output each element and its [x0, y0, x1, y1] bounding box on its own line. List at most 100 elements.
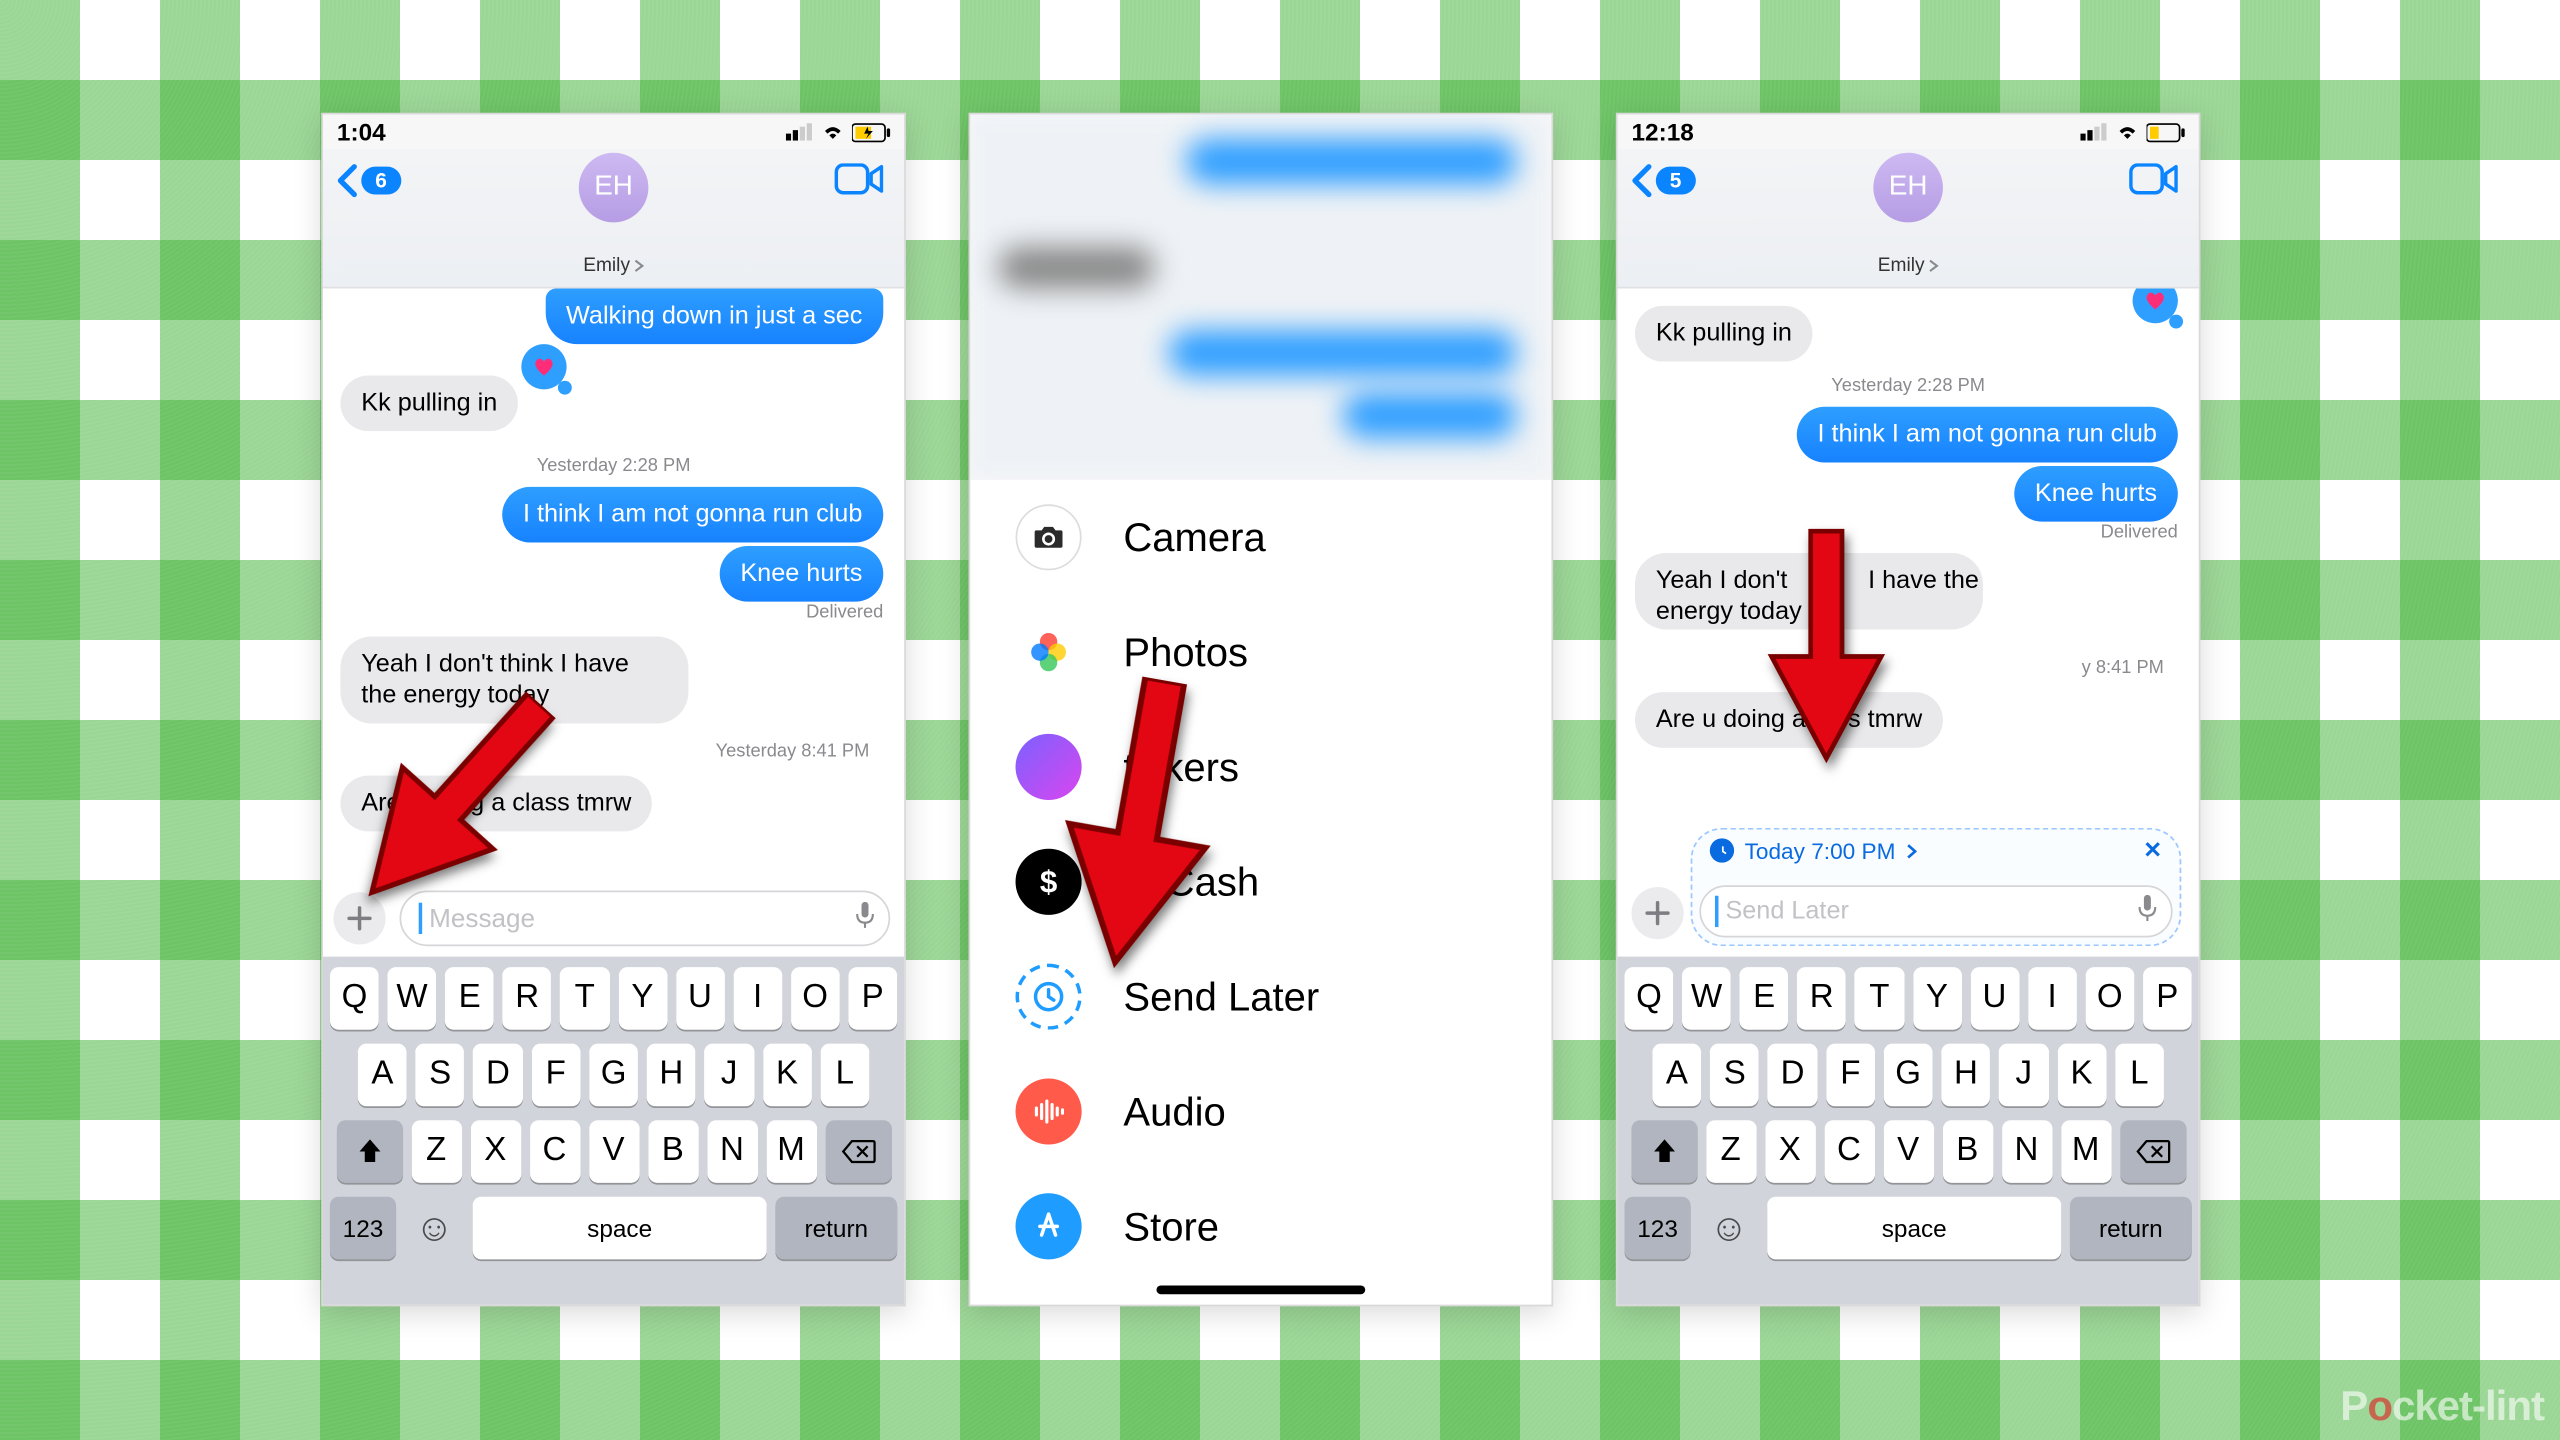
key-w[interactable]: W	[1682, 967, 1731, 1030]
key-d[interactable]: D	[1768, 1044, 1817, 1107]
key-f[interactable]: F	[1826, 1044, 1875, 1107]
key-p[interactable]: P	[848, 967, 897, 1030]
key-w[interactable]: W	[388, 967, 437, 1030]
key-j[interactable]: J	[705, 1044, 754, 1107]
return-key[interactable]: return	[775, 1197, 897, 1260]
key-y[interactable]: Y	[618, 967, 667, 1030]
key-t[interactable]: T	[560, 967, 609, 1030]
key-k[interactable]: K	[762, 1044, 811, 1107]
contact-avatar[interactable]: EH	[579, 153, 649, 223]
key-r[interactable]: R	[1797, 967, 1846, 1030]
message-outgoing[interactable]: I think I am not gonna run club	[1797, 407, 2178, 463]
key-c[interactable]: C	[1824, 1120, 1874, 1183]
key-s[interactable]: S	[416, 1044, 465, 1107]
key-d[interactable]: D	[473, 1044, 522, 1107]
contact-avatar[interactable]: EH	[1873, 153, 1943, 223]
key-y[interactable]: Y	[1912, 967, 1961, 1030]
message-incoming[interactable]: Kk pulling in	[340, 375, 518, 431]
key-l[interactable]: L	[2115, 1044, 2164, 1107]
key-q[interactable]: Q	[330, 967, 379, 1030]
heart-reaction[interactable]	[2133, 288, 2178, 323]
key-b[interactable]: B	[1942, 1120, 1992, 1183]
return-key[interactable]: return	[2070, 1197, 2192, 1260]
key-m[interactable]: M	[2060, 1120, 2110, 1183]
key-h[interactable]: H	[647, 1044, 696, 1107]
key-b[interactable]: B	[648, 1120, 698, 1183]
message-input[interactable]: Message	[400, 891, 891, 947]
shift-key[interactable]	[1631, 1120, 1697, 1183]
key-g[interactable]: G	[1884, 1044, 1933, 1107]
schedule-banner[interactable]: Today 7:00 PM ✕	[1710, 837, 2162, 865]
menu-item-store[interactable]: Store	[970, 1169, 1551, 1284]
key-j[interactable]: J	[1999, 1044, 2048, 1107]
menu-item-send-later[interactable]: Send Later	[970, 939, 1551, 1054]
key-x[interactable]: X	[470, 1120, 520, 1183]
space-key[interactable]: space	[473, 1197, 767, 1260]
shift-key[interactable]	[336, 1120, 402, 1183]
contact-name-button[interactable]: Emily	[1878, 255, 1939, 276]
menu-item-stickers[interactable]: tickers	[970, 710, 1551, 825]
menu-item-camera[interactable]: Camera	[970, 480, 1551, 595]
facetime-button[interactable]	[2129, 163, 2178, 203]
message-input[interactable]: Send Later	[1699, 885, 2172, 937]
plus-button[interactable]	[333, 892, 385, 944]
message-outgoing[interactable]: Knee hurts	[2014, 466, 2178, 522]
key-o[interactable]: O	[2085, 967, 2134, 1030]
message-incoming[interactable]: Areg a class tmrw	[340, 776, 652, 832]
key-v[interactable]: V	[588, 1120, 638, 1183]
key-g[interactable]: G	[589, 1044, 638, 1107]
key-z[interactable]: Z	[411, 1120, 461, 1183]
message-outgoing[interactable]: Knee hurts	[719, 546, 883, 602]
message-outgoing[interactable]: Walking down in just a sec	[545, 288, 883, 344]
key-f[interactable]: F	[531, 1044, 580, 1107]
key-a[interactable]: A	[1652, 1044, 1701, 1107]
menu-item-apple-cash[interactable]: $ le Cash	[970, 824, 1551, 939]
key-m[interactable]: M	[766, 1120, 816, 1183]
emoji-key[interactable]: ☺	[1699, 1197, 1758, 1260]
key-u[interactable]: U	[676, 967, 725, 1030]
backspace-key[interactable]	[825, 1120, 891, 1183]
message-incoming[interactable]: Yeah I don't think I have the energy tod…	[340, 636, 688, 723]
key-n[interactable]: N	[2001, 1120, 2051, 1183]
key-a[interactable]: A	[358, 1044, 407, 1107]
home-indicator[interactable]	[1156, 1286, 1365, 1295]
cancel-schedule-button[interactable]: ✕	[2143, 837, 2162, 865]
dictation-button[interactable]	[2138, 895, 2157, 928]
menu-item-photos[interactable]: Photos	[970, 595, 1551, 710]
key-l[interactable]: L	[820, 1044, 869, 1107]
key-s[interactable]: S	[1710, 1044, 1759, 1107]
key-i[interactable]: I	[733, 967, 782, 1030]
message-thread[interactable]: Walking down in just a sec Kk pulling in…	[323, 288, 904, 883]
contact-name-button[interactable]: Emily	[583, 255, 644, 276]
key-e[interactable]: E	[1740, 967, 1789, 1030]
emoji-key[interactable]: ☺	[405, 1197, 464, 1260]
key-c[interactable]: C	[529, 1120, 579, 1183]
key-q[interactable]: Q	[1625, 967, 1674, 1030]
key-v[interactable]: V	[1883, 1120, 1933, 1183]
key-i[interactable]: I	[2028, 967, 2077, 1030]
number-key[interactable]: 123	[330, 1197, 396, 1260]
space-key[interactable]: space	[1767, 1197, 2061, 1260]
message-incoming[interactable]: Yeah I don't I have the energy today	[1635, 553, 1983, 630]
dictation-button[interactable]	[855, 902, 874, 935]
key-t[interactable]: T	[1855, 967, 1904, 1030]
back-button[interactable]: 5	[1628, 163, 1695, 198]
heart-reaction[interactable]	[521, 344, 566, 389]
key-e[interactable]: E	[445, 967, 494, 1030]
number-key[interactable]: 123	[1625, 1197, 1691, 1260]
message-incoming[interactable]: Kk pulling in	[1635, 306, 1813, 362]
key-k[interactable]: K	[2057, 1044, 2106, 1107]
menu-item-audio[interactable]: Audio	[970, 1054, 1551, 1169]
key-z[interactable]: Z	[1705, 1120, 1755, 1183]
message-thread[interactable]: Kk pulling in Yesterday 2:28 PM I think …	[1618, 288, 2199, 807]
facetime-button[interactable]	[835, 163, 884, 203]
key-h[interactable]: H	[1941, 1044, 1990, 1107]
plus-button[interactable]	[1631, 887, 1683, 939]
back-button[interactable]: 6	[333, 163, 400, 198]
backspace-key[interactable]	[2120, 1120, 2186, 1183]
key-n[interactable]: N	[707, 1120, 757, 1183]
key-u[interactable]: U	[1970, 967, 2019, 1030]
message-outgoing[interactable]: I think I am not gonna run club	[502, 487, 883, 543]
key-x[interactable]: X	[1765, 1120, 1815, 1183]
message-incoming[interactable]: Are u doing a s tmrw	[1635, 692, 1943, 748]
